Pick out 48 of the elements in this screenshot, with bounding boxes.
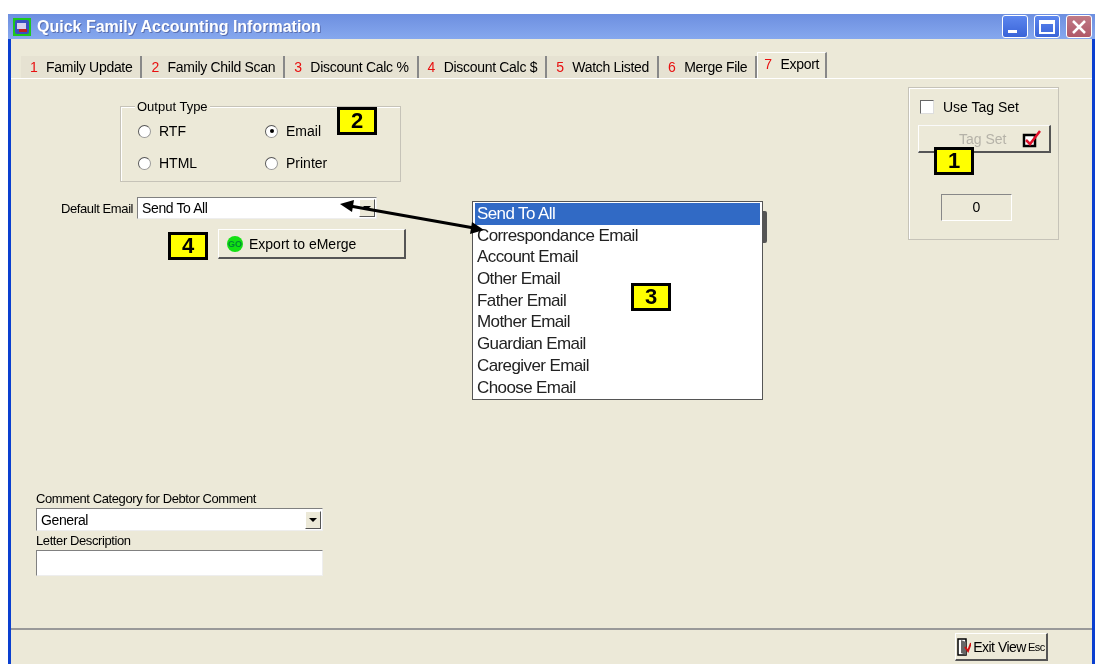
tab[interactable]: 2 Family Child Scan xyxy=(142,56,286,78)
list-item[interactable]: Account Email xyxy=(475,246,578,269)
list-item[interactable]: Other Email xyxy=(475,268,561,290)
minimize-icon xyxy=(1007,30,1017,33)
list-item[interactable]: Choose Email xyxy=(475,376,576,399)
email-dropdown[interactable]: Send To All xyxy=(137,197,378,219)
window-title: Quick Family Accounting Information xyxy=(37,17,321,36)
list-item[interactable]: Caregiver Email xyxy=(475,354,589,377)
callout-number: 3 xyxy=(631,283,671,311)
field-label: Comment Category for Debtor Comment xyxy=(36,490,258,508)
tab[interactable]: 5 Watch Listed xyxy=(547,56,660,78)
checked-box-icon xyxy=(1022,129,1043,148)
maximize-button[interactable] xyxy=(1034,15,1060,38)
callout-number: 4 xyxy=(168,232,208,260)
tab[interactable]: 4 Discount Calc $ xyxy=(418,56,548,78)
count-field: 0 xyxy=(941,194,1012,221)
checkbox-label: Use Tag Set xyxy=(943,99,1019,115)
door-icon xyxy=(957,637,972,656)
list-item[interactable]: Send To All xyxy=(475,203,760,225)
radio-button[interactable] xyxy=(265,156,278,170)
tab[interactable]: 7 Export xyxy=(757,52,828,78)
group-label: Output Type xyxy=(135,99,210,114)
radio-button[interactable] xyxy=(265,124,278,138)
export-button[interactable]: GO Export to eMerge xyxy=(218,229,406,259)
app-icon xyxy=(13,17,31,36)
field-label: Letter Description xyxy=(36,532,132,550)
close-button[interactable] xyxy=(1066,15,1092,38)
radio-label: Printer xyxy=(286,155,328,171)
minimize-button[interactable] xyxy=(1002,15,1028,38)
callout-number: 2 xyxy=(337,107,377,135)
radio-button[interactable] xyxy=(138,156,151,170)
list-item[interactable]: Correspondance Email xyxy=(475,224,638,247)
radio-label: Email xyxy=(286,123,321,139)
input-field[interactable] xyxy=(36,550,323,576)
list-item[interactable]: Father Email xyxy=(475,289,567,312)
field-label: Default Email xyxy=(61,200,134,216)
list-item[interactable]: Guardian Email xyxy=(475,333,586,355)
tab[interactable]: 6 Merge File xyxy=(659,56,758,78)
tab[interactable]: 3 Discount Calc % xyxy=(285,56,419,78)
callout-number: 1 xyxy=(934,147,974,175)
checkbox[interactable] xyxy=(920,100,934,114)
radio-label: RTF xyxy=(159,123,186,139)
radio-label: HTML xyxy=(159,155,198,171)
exit-view-button[interactable]: Exit ViewEsc xyxy=(955,633,1048,661)
tab[interactable]: 1 Family Update xyxy=(21,56,143,78)
radio-button[interactable] xyxy=(138,124,151,138)
category-dropdown[interactable]: General xyxy=(36,508,323,531)
list-item[interactable]: Mother Email xyxy=(475,311,570,334)
